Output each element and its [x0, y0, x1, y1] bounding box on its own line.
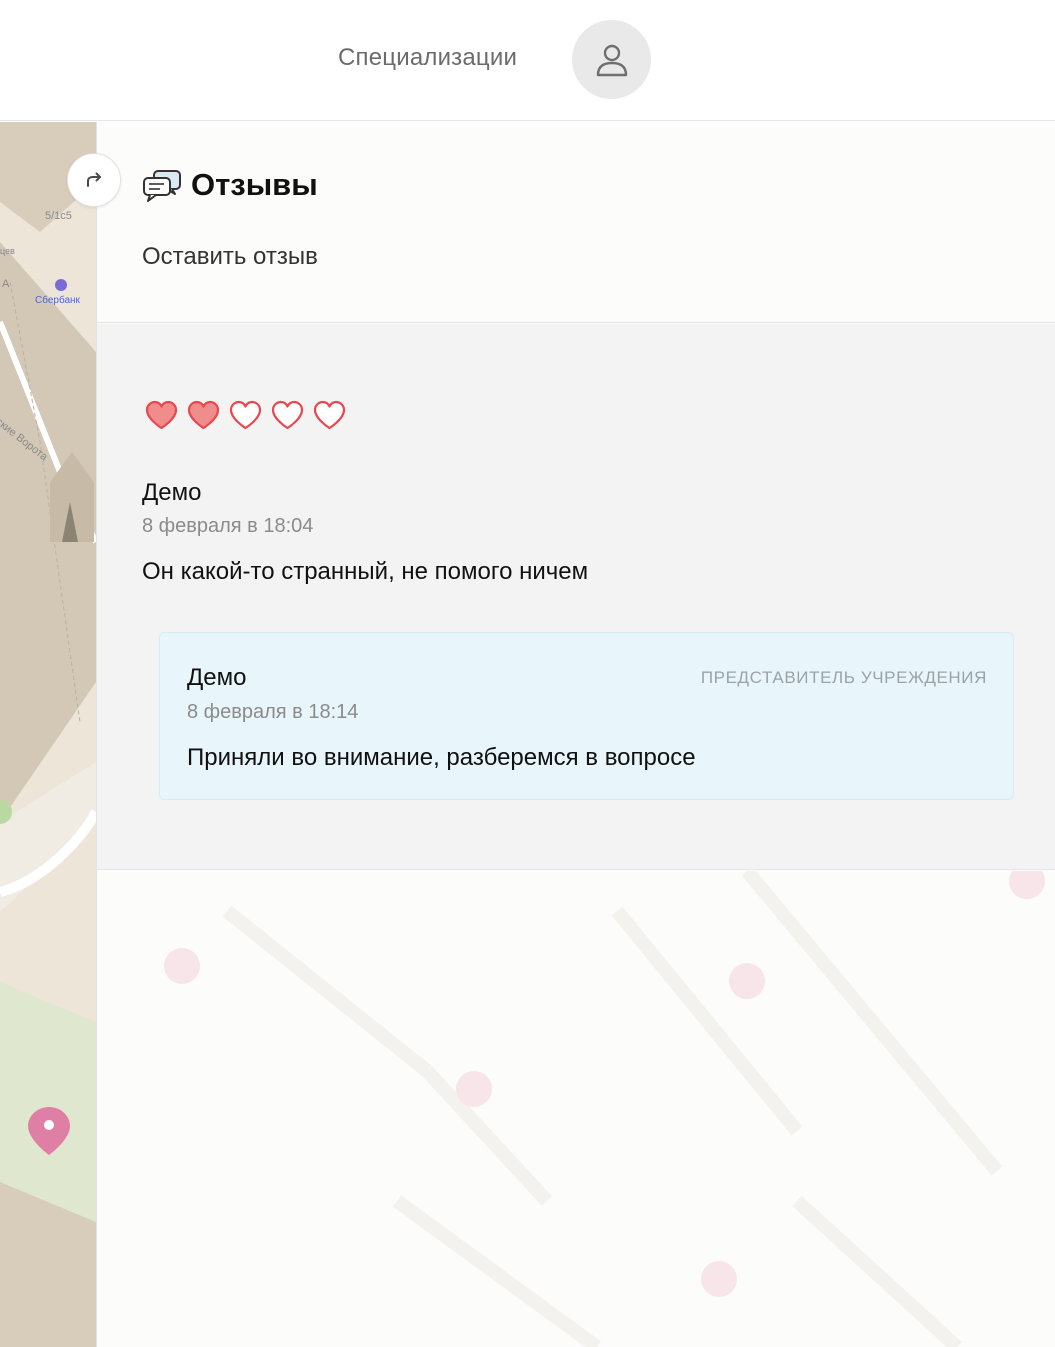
- collapse-panel-button[interactable]: [67, 153, 121, 207]
- page-title: Отзывы: [191, 167, 318, 202]
- reply-text: Приняли во внимание, разберемся в вопрос…: [187, 744, 696, 771]
- share-arrow-icon: [87, 172, 101, 187]
- chat-bubbles-icon: [143, 170, 181, 202]
- review-card: Демо 8 февраля в 18:04 Он какой-то стран…: [97, 324, 1055, 870]
- map-background[interactable]: 5/1с5 цев А нские Ворота Сбербанк: [0, 122, 96, 1347]
- map-background-faded: [164, 871, 1045, 1347]
- reviews-panel: Отзывы Оставить отзыв Демо 8 февраля в 1…: [96, 122, 1055, 1347]
- heart-filled-icon: [187, 400, 220, 430]
- review-date: 8 февраля в 18:04: [142, 515, 314, 537]
- reply-date: 8 февраля в 18:14: [187, 701, 359, 723]
- reply-author: Демо: [187, 664, 247, 691]
- reply-card: Демо ПРЕДСТАВИТЕЛЬ УЧРЕЖДЕНИЯ 8 февраля …: [159, 632, 1014, 800]
- map-label-house: 5/1с5: [45, 210, 72, 222]
- review-text: Он какой-то странный, не помого ничем: [142, 558, 589, 585]
- map-poi-bank[interactable]: Сбербанк: [35, 295, 80, 306]
- map-label-street-2: А: [2, 278, 10, 290]
- nav-link-specializations[interactable]: Специализации: [338, 44, 517, 72]
- heart-empty-icon: [271, 400, 304, 430]
- heart-filled-icon: [145, 400, 178, 430]
- profile-button[interactable]: [572, 20, 651, 99]
- reviews-header: Отзывы Оставить отзыв: [97, 122, 1055, 323]
- user-icon: [596, 44, 627, 76]
- reply-role-badge: ПРЕДСТАВИТЕЛЬ УЧРЕЖДЕНИЯ: [700, 668, 987, 687]
- review-author: Демо: [142, 479, 202, 506]
- heart-empty-icon: [313, 400, 346, 430]
- leave-review-button[interactable]: Оставить отзыв: [142, 243, 318, 271]
- rating-hearts: [144, 399, 347, 431]
- top-header: Специализации: [0, 0, 1055, 121]
- map-label-street-1: цев: [0, 246, 15, 256]
- bank-icon: [55, 279, 67, 291]
- heart-empty-icon: [229, 400, 262, 430]
